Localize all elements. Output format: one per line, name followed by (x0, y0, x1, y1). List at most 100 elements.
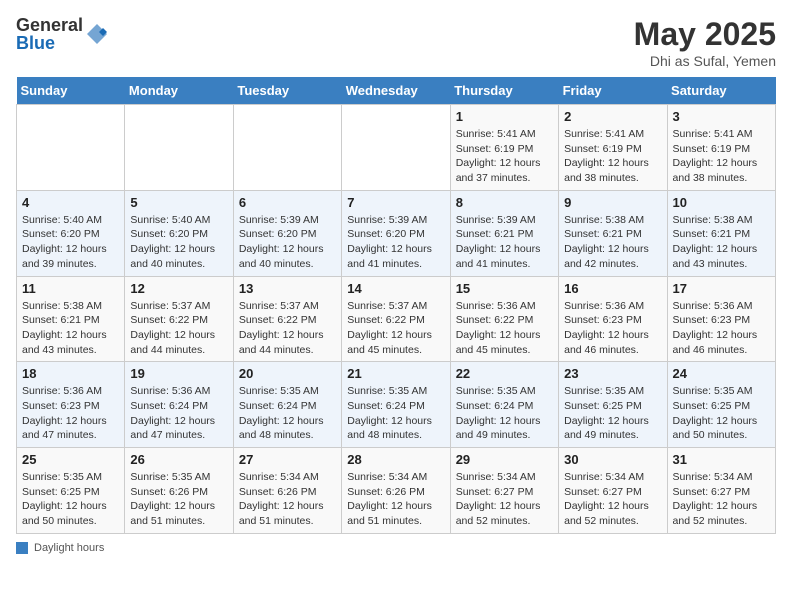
calendar-cell: 21 Sunrise: 5:35 AM Sunset: 6:24 PM Dayli… (342, 362, 450, 448)
calendar-table: SundayMondayTuesdayWednesdayThursdayFrid… (16, 77, 776, 534)
day-detail: Sunrise: 5:35 AM Sunset: 6:24 PM Dayligh… (239, 384, 336, 443)
day-detail: Sunrise: 5:36 AM Sunset: 6:23 PM Dayligh… (22, 384, 119, 443)
legend-label: Daylight hours (34, 542, 104, 554)
day-detail: Sunrise: 5:34 AM Sunset: 6:26 PM Dayligh… (239, 470, 336, 529)
day-detail: Sunrise: 5:34 AM Sunset: 6:26 PM Dayligh… (347, 470, 444, 529)
weekday-header: Wednesday (342, 77, 450, 105)
calendar-cell: 3Sunrise: 5:41 AM Sunset: 6:19 PM Daylig… (667, 105, 775, 191)
calendar-cell: 14Sunrise: 5:37 AM Sunset: 6:22 PM Dayli… (342, 276, 450, 362)
day-number: 5 (130, 195, 227, 210)
calendar-week-row: 11Sunrise: 5:38 AM Sunset: 6:21 PM Dayli… (17, 276, 776, 362)
weekday-header-row: SundayMondayTuesdayWednesdayThursdayFrid… (17, 77, 776, 105)
day-number: 22 (456, 366, 553, 381)
calendar-cell (17, 105, 125, 191)
day-detail: Sunrise: 5:38 AM Sunset: 6:21 PM Dayligh… (22, 299, 119, 358)
day-number: 10 (673, 195, 770, 210)
logo-icon (85, 22, 109, 46)
day-detail: Sunrise: 5:35 AM Sunset: 6:24 PM Dayligh… (347, 384, 444, 443)
calendar-cell: 2 Sunrise: 5:41 AM Sunset: 6:19 PM Daylig… (559, 105, 667, 191)
day-detail: Sunrise: 5:37 AM Sunset: 6:22 PM Dayligh… (347, 299, 444, 358)
calendar-week-row: 4 Sunrise: 5:40 AM Sunset: 6:20 PM Daylig… (17, 190, 776, 276)
day-number: 16 (564, 281, 661, 296)
day-detail: Sunrise: 5:39 AM Sunset: 6:20 PM Dayligh… (347, 213, 444, 272)
day-number: 3 (673, 109, 770, 124)
calendar-cell: 5Sunrise: 5:40 AM Sunset: 6:20 PM Daylig… (125, 190, 233, 276)
calendar-cell: 12 Sunrise: 5:37 AM Sunset: 6:22 PM Dayli… (125, 276, 233, 362)
calendar-cell: 11Sunrise: 5:38 AM Sunset: 6:21 PM Dayli… (17, 276, 125, 362)
calendar-cell: 23Sunrise: 5:35 AM Sunset: 6:25 PM Dayli… (559, 362, 667, 448)
day-detail: Sunrise: 5:36 AM Sunset: 6:24 PM Dayligh… (130, 384, 227, 443)
day-number: 29 (456, 452, 553, 467)
day-number: 4 (22, 195, 119, 210)
calendar-cell: 19 Sunrise: 5:36 AM Sunset: 6:24 PM Dayli… (125, 362, 233, 448)
day-number: 8 (456, 195, 553, 210)
day-detail: Sunrise: 5:38 AM Sunset: 6:21 PM Dayligh… (673, 213, 770, 272)
calendar-cell: 16 Sunrise: 5:36 AM Sunset: 6:23 PM Dayli… (559, 276, 667, 362)
logo-blue: Blue (16, 33, 55, 53)
legend: Daylight hours (16, 542, 776, 554)
calendar-week-row: 18Sunrise: 5:36 AM Sunset: 6:23 PM Dayli… (17, 362, 776, 448)
page-subtitle: Dhi as Sufal, Yemen (634, 53, 776, 69)
day-detail: Sunrise: 5:41 AM Sunset: 6:19 PM Dayligh… (564, 127, 661, 186)
calendar-cell: 28 Sunrise: 5:34 AM Sunset: 6:26 PM Dayli… (342, 448, 450, 534)
calendar-cell: 17Sunrise: 5:36 AM Sunset: 6:23 PM Dayli… (667, 276, 775, 362)
calendar-cell: 7Sunrise: 5:39 AM Sunset: 6:20 PM Daylig… (342, 190, 450, 276)
calendar-cell: 29 Sunrise: 5:34 AM Sunset: 6:27 PM Dayli… (450, 448, 558, 534)
page-title: May 2025 (634, 16, 776, 53)
day-detail: Sunrise: 5:36 AM Sunset: 6:22 PM Dayligh… (456, 299, 553, 358)
day-detail: Sunrise: 5:41 AM Sunset: 6:19 PM Dayligh… (456, 127, 553, 186)
title-block: May 2025 Dhi as Sufal, Yemen (634, 16, 776, 69)
logo: General Blue (16, 16, 109, 52)
day-detail: Sunrise: 5:34 AM Sunset: 6:27 PM Dayligh… (456, 470, 553, 529)
day-number: 13 (239, 281, 336, 296)
day-number: 21 (347, 366, 444, 381)
day-detail: Sunrise: 5:35 AM Sunset: 6:26 PM Dayligh… (130, 470, 227, 529)
calendar-cell: 1 Sunrise: 5:41 AM Sunset: 6:19 PM Daylig… (450, 105, 558, 191)
calendar-cell (342, 105, 450, 191)
calendar-cell: 22Sunrise: 5:35 AM Sunset: 6:24 PM Dayli… (450, 362, 558, 448)
day-detail: Sunrise: 5:34 AM Sunset: 6:27 PM Dayligh… (673, 470, 770, 529)
day-detail: Sunrise: 5:40 AM Sunset: 6:20 PM Dayligh… (22, 213, 119, 272)
calendar-cell (125, 105, 233, 191)
day-number: 23 (564, 366, 661, 381)
day-number: 24 (673, 366, 770, 381)
weekday-header: Tuesday (233, 77, 341, 105)
day-number: 25 (22, 452, 119, 467)
calendar-cell: 30Sunrise: 5:34 AM Sunset: 6:27 PM Dayli… (559, 448, 667, 534)
day-number: 6 (239, 195, 336, 210)
legend-icon (16, 542, 28, 554)
weekday-header: Friday (559, 77, 667, 105)
calendar-cell: 9Sunrise: 5:38 AM Sunset: 6:21 PM Daylig… (559, 190, 667, 276)
calendar-cell: 24 Sunrise: 5:35 AM Sunset: 6:25 PM Dayli… (667, 362, 775, 448)
weekday-header: Thursday (450, 77, 558, 105)
logo-general: General (16, 15, 83, 35)
day-detail: Sunrise: 5:36 AM Sunset: 6:23 PM Dayligh… (564, 299, 661, 358)
day-number: 1 (456, 109, 553, 124)
day-number: 28 (347, 452, 444, 467)
day-detail: Sunrise: 5:37 AM Sunset: 6:22 PM Dayligh… (130, 299, 227, 358)
calendar-cell: 31 Sunrise: 5:34 AM Sunset: 6:27 PM Dayli… (667, 448, 775, 534)
calendar-cell: 10 Sunrise: 5:38 AM Sunset: 6:21 PM Dayli… (667, 190, 775, 276)
day-number: 12 (130, 281, 227, 296)
day-number: 2 (564, 109, 661, 124)
calendar-week-row: 1 Sunrise: 5:41 AM Sunset: 6:19 PM Daylig… (17, 105, 776, 191)
calendar-cell: 4 Sunrise: 5:40 AM Sunset: 6:20 PM Daylig… (17, 190, 125, 276)
day-number: 27 (239, 452, 336, 467)
calendar-cell: 27 Sunrise: 5:34 AM Sunset: 6:26 PM Dayli… (233, 448, 341, 534)
weekday-header: Saturday (667, 77, 775, 105)
calendar-cell: 25 Sunrise: 5:35 AM Sunset: 6:25 PM Dayli… (17, 448, 125, 534)
day-number: 31 (673, 452, 770, 467)
calendar-cell: 8 Sunrise: 5:39 AM Sunset: 6:21 PM Daylig… (450, 190, 558, 276)
day-detail: Sunrise: 5:35 AM Sunset: 6:25 PM Dayligh… (22, 470, 119, 529)
header: General Blue May 2025 Dhi as Sufal, Yeme… (16, 16, 776, 69)
day-detail: Sunrise: 5:38 AM Sunset: 6:21 PM Dayligh… (564, 213, 661, 272)
calendar-cell: 18Sunrise: 5:36 AM Sunset: 6:23 PM Dayli… (17, 362, 125, 448)
calendar-cell: 20Sunrise: 5:35 AM Sunset: 6:24 PM Dayli… (233, 362, 341, 448)
day-detail: Sunrise: 5:39 AM Sunset: 6:21 PM Dayligh… (456, 213, 553, 272)
day-detail: Sunrise: 5:35 AM Sunset: 6:25 PM Dayligh… (673, 384, 770, 443)
calendar-cell: 26Sunrise: 5:35 AM Sunset: 6:26 PM Dayli… (125, 448, 233, 534)
calendar-week-row: 25 Sunrise: 5:35 AM Sunset: 6:25 PM Dayli… (17, 448, 776, 534)
day-number: 19 (130, 366, 227, 381)
day-detail: Sunrise: 5:34 AM Sunset: 6:27 PM Dayligh… (564, 470, 661, 529)
day-number: 15 (456, 281, 553, 296)
